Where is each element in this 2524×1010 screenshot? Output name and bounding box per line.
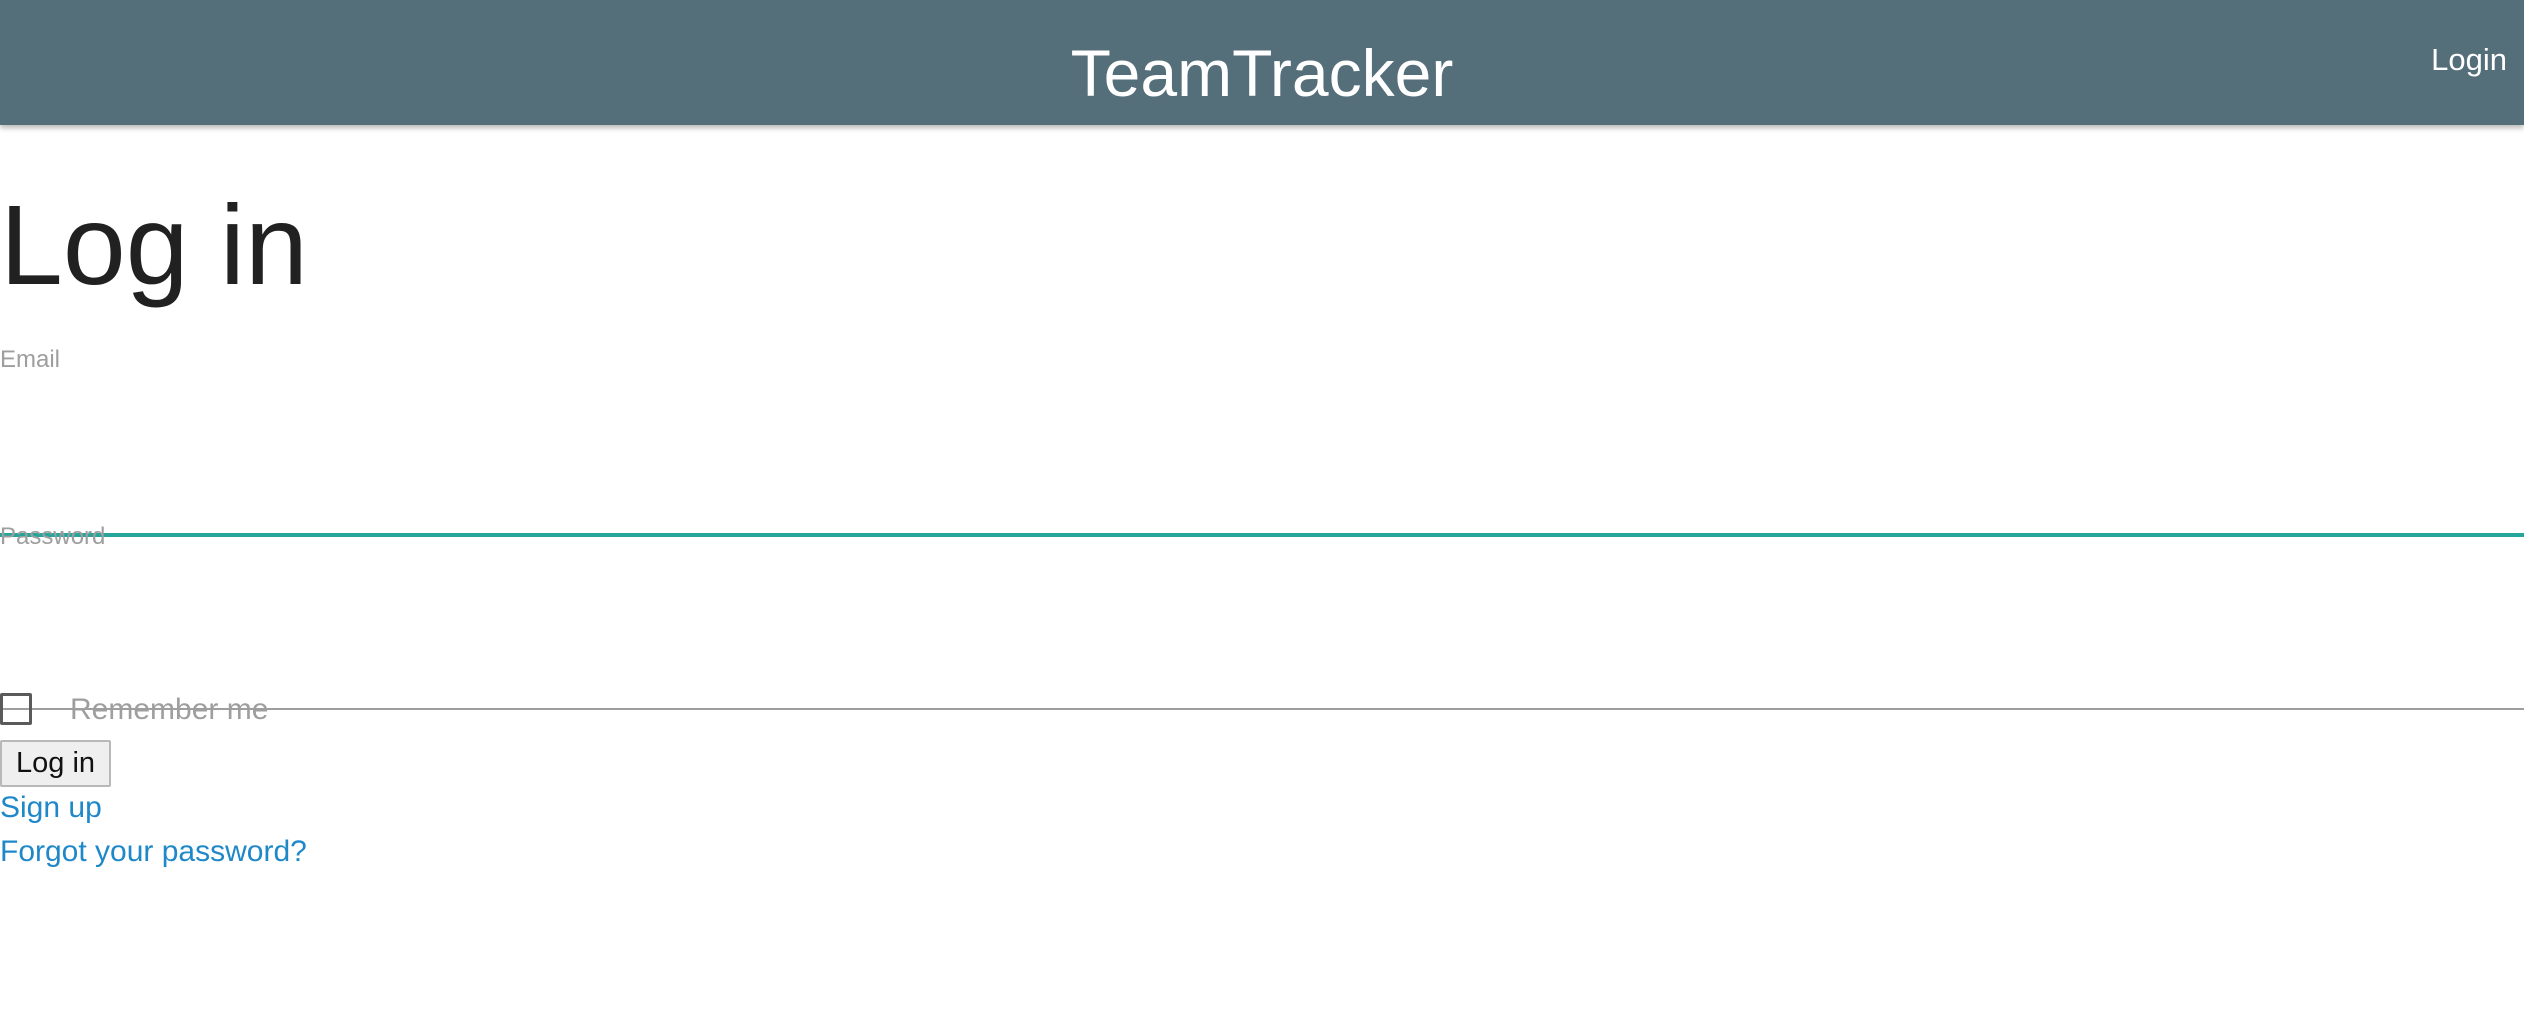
brand-container: TeamTracker [0, 33, 2524, 113]
nav-login-link[interactable]: Login [2431, 40, 2507, 80]
remember-me-label[interactable]: Remember me [70, 692, 268, 728]
password-field[interactable] [0, 648, 2524, 710]
remember-me-checkbox[interactable] [0, 693, 32, 725]
login-submit-button[interactable]: Log in [0, 740, 112, 787]
forgot-password-link[interactable]: Forgot your password? [0, 833, 307, 871]
password-label: Password [0, 523, 106, 550]
page-title: Log in [0, 182, 308, 308]
sign-up-link[interactable]: Sign up [0, 789, 102, 827]
email-label: Email [0, 346, 61, 373]
brand-logo-text[interactable]: TeamTracker [1071, 36, 1454, 110]
email-field[interactable] [0, 473, 2524, 536]
top-navbar: TeamTracker Login [0, 0, 2524, 125]
